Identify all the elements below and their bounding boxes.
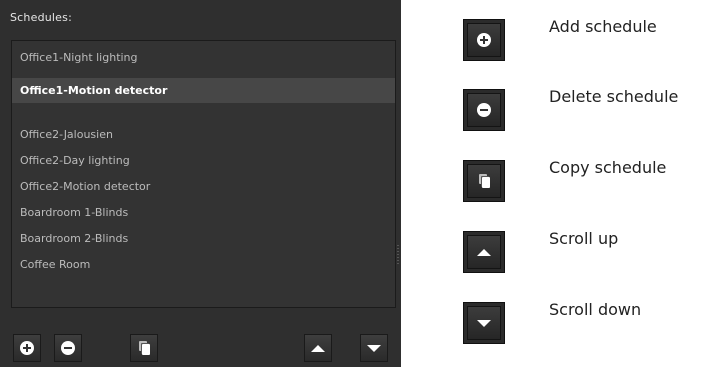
- legend-copy-button: [463, 160, 505, 202]
- legend-label-delete: Delete schedule: [549, 87, 679, 106]
- legend-label-scroll-down: Scroll down: [549, 300, 642, 319]
- panel-title: Schedules:: [10, 11, 72, 24]
- minus-circle-icon: [61, 341, 75, 355]
- legend-scroll-up-button: [463, 231, 505, 273]
- delete-schedule-button[interactable]: [54, 334, 82, 362]
- list-item[interactable]: Office2-Day lighting: [12, 148, 395, 173]
- minus-circle-icon: [477, 103, 491, 117]
- list-item[interactable]: Coffee Room: [12, 252, 395, 277]
- scroll-down-button[interactable]: [360, 334, 388, 362]
- arrow-down-icon: [367, 344, 381, 352]
- plus-circle-icon: [20, 341, 34, 355]
- copy-icon: [478, 174, 490, 188]
- copy-schedule-button[interactable]: [130, 334, 158, 362]
- list-item[interactable]: Office2-Jalousien: [12, 122, 395, 147]
- list-item[interactable]: Office1-Night lighting: [12, 45, 395, 70]
- add-schedule-button[interactable]: [13, 334, 41, 362]
- arrow-up-icon: [311, 344, 325, 352]
- list-item-selected[interactable]: Office1-Motion detector: [12, 78, 395, 103]
- scroll-up-button[interactable]: [304, 334, 332, 362]
- legend-add-button: [463, 19, 505, 61]
- schedules-panel: Schedules: Office1-Night lighting Office…: [0, 0, 401, 367]
- plus-circle-icon: [477, 33, 491, 47]
- copy-icon: [138, 341, 150, 355]
- arrow-down-icon: [477, 319, 491, 327]
- list-item[interactable]: Boardroom 1-Blinds: [12, 200, 395, 225]
- legend-label-add: Add schedule: [549, 17, 657, 36]
- list-item[interactable]: Boardroom 2-Blinds: [12, 226, 395, 251]
- legend-scroll-down-button: [463, 302, 505, 344]
- resize-grip[interactable]: [397, 245, 399, 265]
- arrow-up-icon: [477, 248, 491, 256]
- legend-label-scroll-up: Scroll up: [549, 229, 619, 248]
- legend-label-copy: Copy schedule: [549, 158, 667, 177]
- list-item[interactable]: Office2-Motion detector: [12, 174, 395, 199]
- legend-delete-button: [463, 89, 505, 131]
- schedule-list[interactable]: Office1-Night lighting Office1-Day light…: [11, 40, 396, 308]
